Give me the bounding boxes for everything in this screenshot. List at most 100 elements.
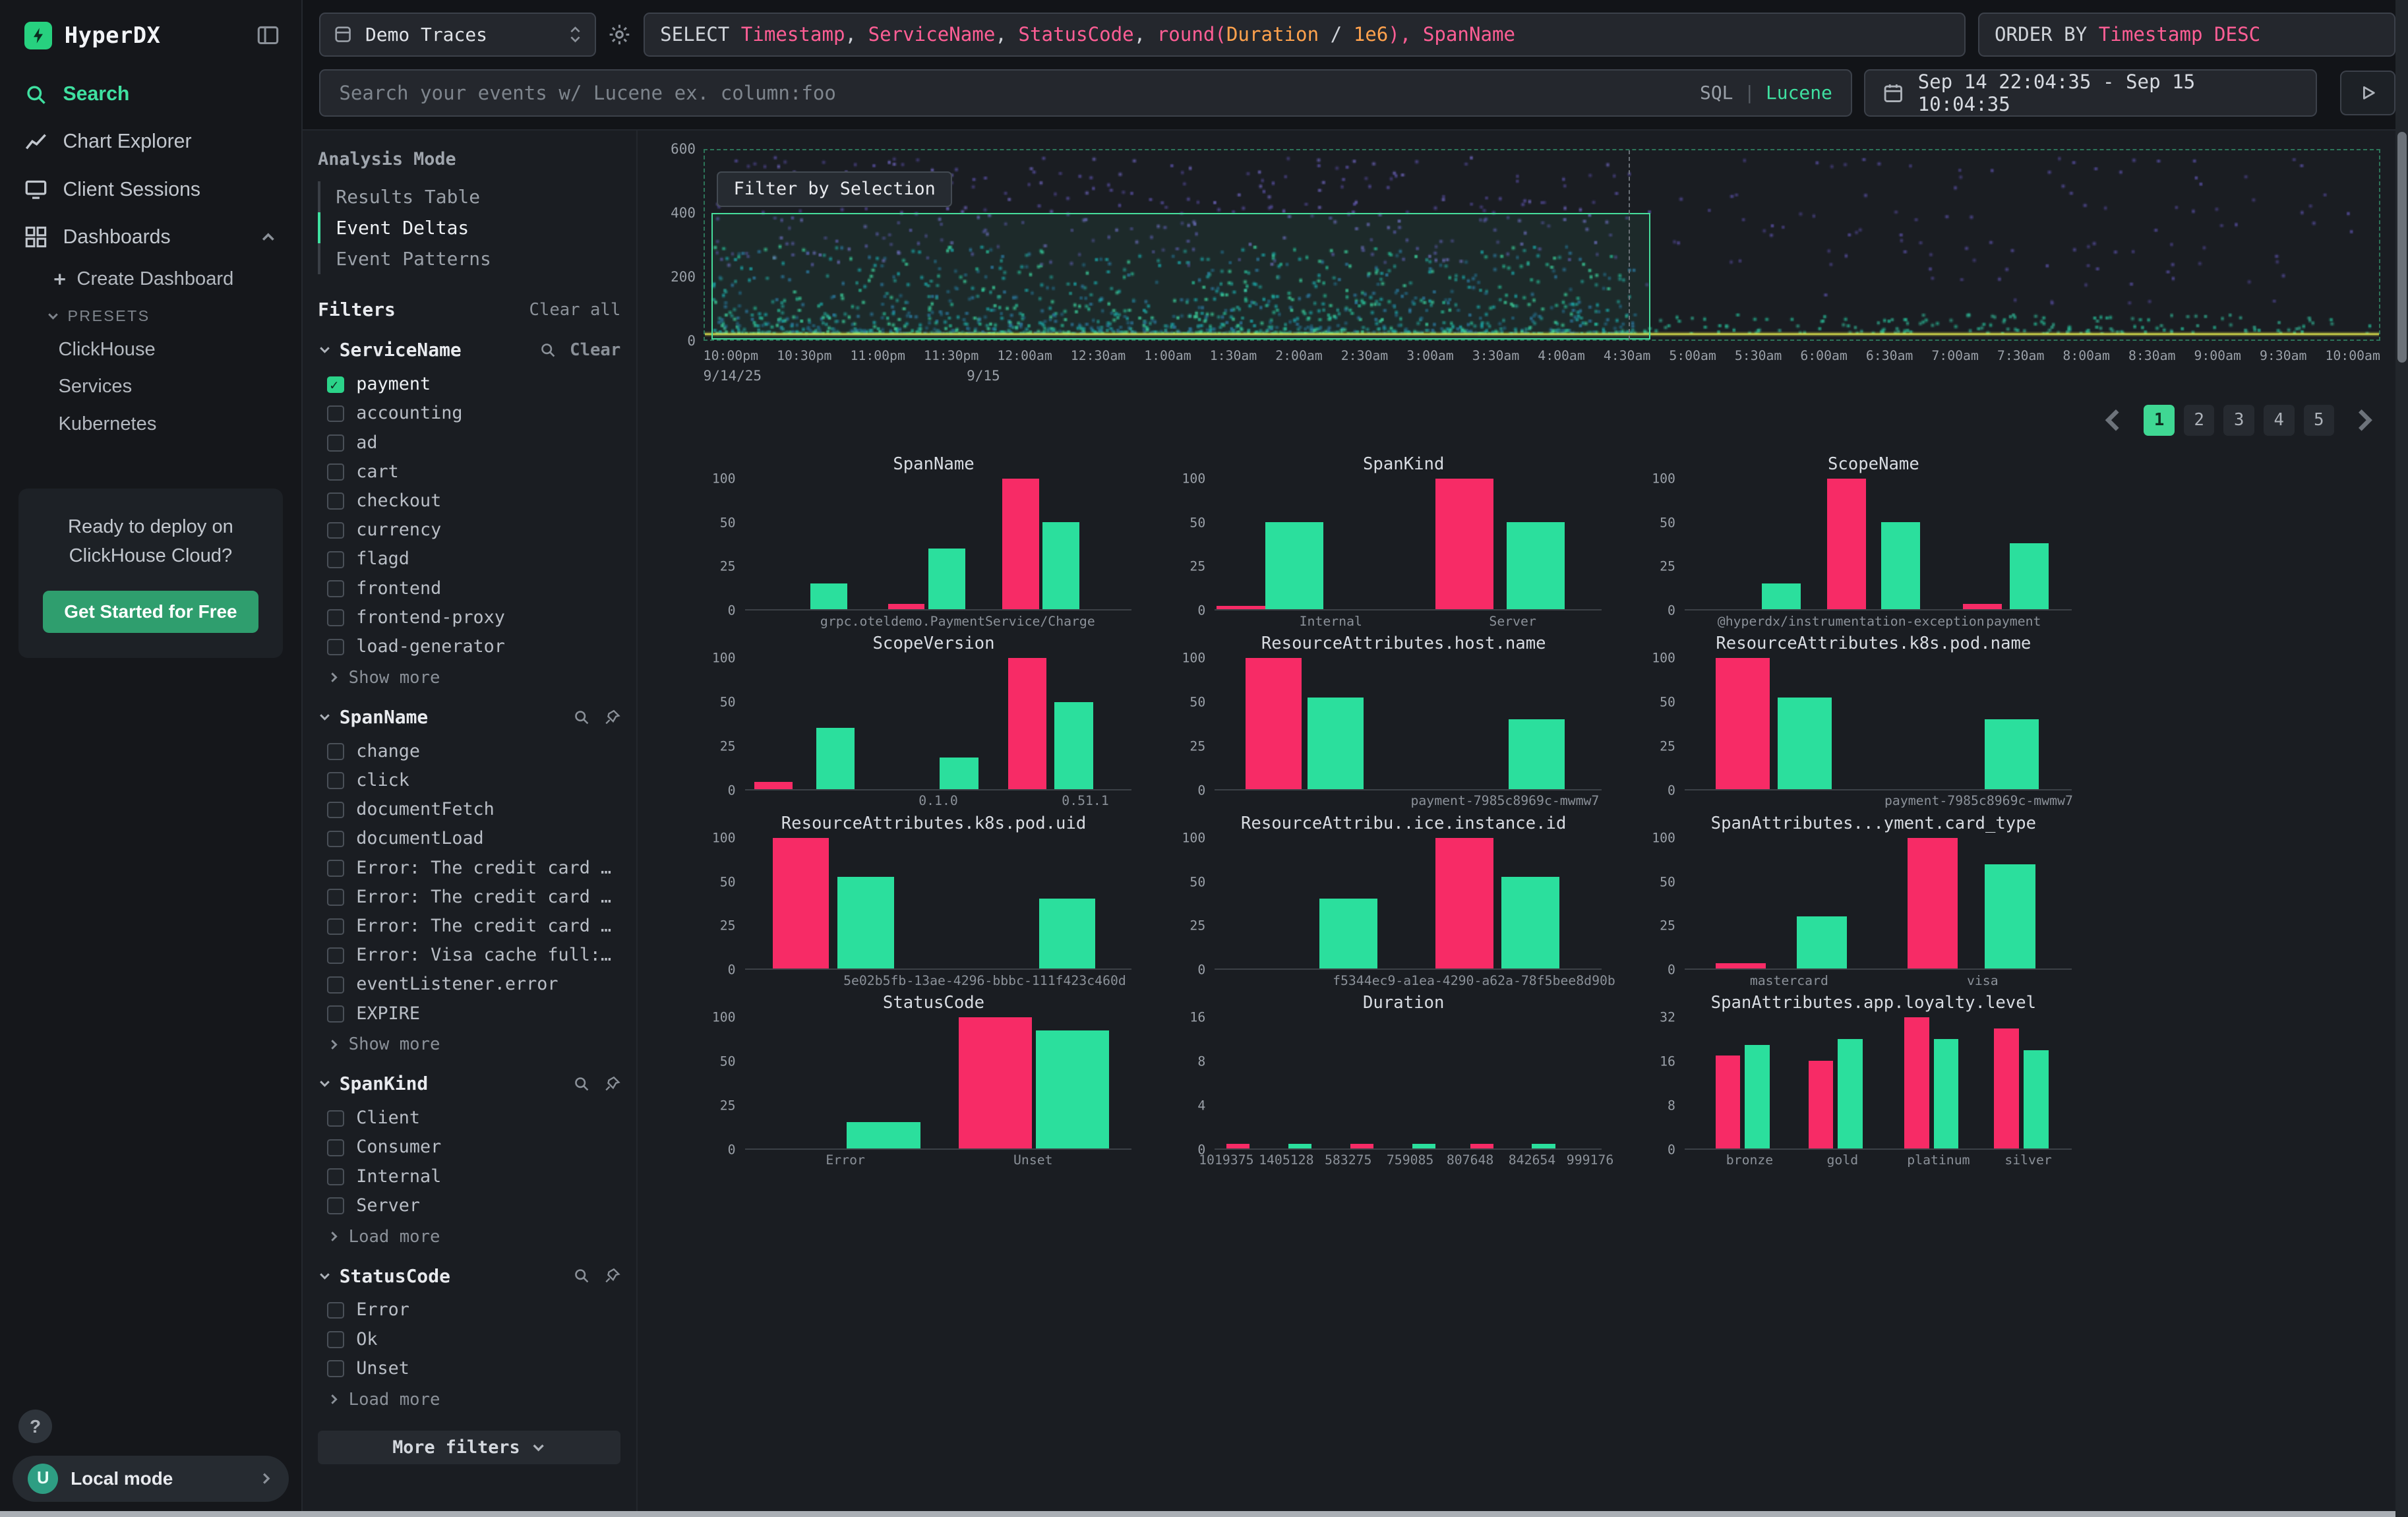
filter-option-internal[interactable]: Internal: [318, 1162, 620, 1191]
checkbox[interactable]: [327, 1110, 344, 1127]
filter-option-load-generator[interactable]: load-generator: [318, 632, 620, 661]
sidebar-item-chart-explorer[interactable]: Chart Explorer: [0, 118, 301, 165]
sql-select-input[interactable]: SELECT Timestamp, ServiceName, StatusCod…: [644, 13, 1966, 57]
checkbox[interactable]: [327, 889, 344, 906]
lang-sql-button[interactable]: SQL: [1700, 82, 1733, 104]
filter-option-client[interactable]: Client: [318, 1104, 620, 1133]
search-icon[interactable]: [539, 342, 557, 359]
run-query-button[interactable]: [2340, 71, 2395, 115]
pin-icon[interactable]: [604, 709, 621, 726]
checkbox[interactable]: [327, 947, 344, 965]
page-button-4[interactable]: 4: [2264, 405, 2295, 436]
search-icon[interactable]: [573, 709, 590, 726]
gear-icon[interactable]: [608, 23, 631, 46]
checkbox[interactable]: [327, 1197, 344, 1214]
filter-option-server[interactable]: Server: [318, 1191, 620, 1220]
checkbox[interactable]: [327, 639, 344, 656]
mini-chart-plot[interactable]: [745, 658, 1132, 790]
load-more-link[interactable]: Load more: [318, 1220, 620, 1246]
mini-chart-plot[interactable]: [1215, 838, 1602, 970]
filter-group-header-servicename[interactable]: ServiceNameClear: [318, 339, 620, 361]
help-button[interactable]: ?: [18, 1410, 52, 1443]
sidebar-section-presets[interactable]: PRESETS: [0, 298, 301, 331]
local-mode-button[interactable]: U Local mode: [13, 1456, 289, 1502]
heatmap-plot[interactable]: Filter by Selection: [704, 149, 2380, 341]
get-started-button[interactable]: Get Started for Free: [43, 591, 259, 634]
mini-chart-plot[interactable]: [1685, 838, 2072, 970]
filter-option-consumer[interactable]: Consumer: [318, 1133, 620, 1162]
filter-option-ok[interactable]: Ok: [318, 1325, 620, 1354]
checkbox[interactable]: [327, 463, 344, 481]
sidebar-item-services[interactable]: Services: [0, 369, 301, 405]
mini-chart-plot[interactable]: [1685, 658, 2072, 790]
pin-icon[interactable]: [604, 1075, 621, 1092]
search-icon[interactable]: [573, 1267, 590, 1284]
sidebar-item-create-dashboard[interactable]: Create Dashboard: [0, 261, 301, 298]
filter-option-documentfetch[interactable]: documentFetch: [318, 795, 620, 824]
mini-chart-plot[interactable]: [1215, 479, 1602, 610]
mini-chart-plot[interactable]: [1685, 479, 2072, 610]
sidebar-item-clickhouse[interactable]: ClickHouse: [0, 331, 301, 368]
date-range-picker[interactable]: Sep 14 22:04:35 - Sep 15 10:04:35: [1864, 69, 2317, 117]
checkbox[interactable]: [327, 434, 344, 452]
checkbox[interactable]: [327, 831, 344, 848]
checkbox[interactable]: [327, 1331, 344, 1348]
mini-chart-plot[interactable]: [1685, 1017, 2072, 1149]
page-button-1[interactable]: 1: [2144, 405, 2175, 436]
filter-option-expire[interactable]: EXPIRE: [318, 999, 620, 1028]
page-button-3[interactable]: 3: [2223, 405, 2254, 436]
checkbox[interactable]: [327, 609, 344, 626]
sidebar-item-search[interactable]: Search: [0, 71, 301, 118]
analysis-mode-event-patterns[interactable]: Event Patterns: [318, 243, 620, 274]
checkbox[interactable]: [327, 1139, 344, 1156]
filter-option-cart[interactable]: cart: [318, 458, 620, 487]
more-filters-button[interactable]: More filters: [318, 1431, 620, 1464]
filter-option-error-visa-cache-full[interactable]: Error: Visa cache full: …: [318, 941, 620, 970]
search-input[interactable]: [339, 82, 1687, 104]
filter-option-error-the-credit-card[interactable]: Error: The credit card (…: [318, 883, 620, 912]
filter-option-error-the-credit-card[interactable]: Error: The credit card (…: [318, 854, 620, 883]
filter-option-unset[interactable]: Unset: [318, 1354, 620, 1383]
filter-group-header-spanname[interactable]: SpanName: [318, 706, 620, 728]
filter-option-error-the-credit-card[interactable]: Error: The credit card (…: [318, 912, 620, 941]
checkbox[interactable]: [327, 551, 344, 568]
filter-option-error[interactable]: Error: [318, 1296, 620, 1325]
filter-group-header-statuscode[interactable]: StatusCode: [318, 1265, 620, 1287]
vertical-scrollbar[interactable]: [2395, 0, 2408, 1517]
filter-option-documentload[interactable]: documentLoad: [318, 824, 620, 853]
checkbox[interactable]: [327, 1168, 344, 1185]
checkbox[interactable]: [327, 492, 344, 510]
heatmap-selection[interactable]: [711, 213, 1651, 339]
next-page-button[interactable]: [2343, 405, 2386, 436]
checkbox[interactable]: [327, 405, 344, 423]
analysis-mode-results-table[interactable]: Results Table: [318, 181, 620, 212]
sidebar-item-kubernetes[interactable]: Kubernetes: [0, 405, 301, 442]
page-button-5[interactable]: 5: [2304, 405, 2335, 436]
filter-option-ad[interactable]: ad: [318, 429, 620, 458]
pin-icon[interactable]: [604, 1267, 621, 1284]
vertical-scrollbar-thumb[interactable]: [2397, 132, 2407, 362]
checkbox[interactable]: [327, 580, 344, 597]
mini-chart-plot[interactable]: [745, 1017, 1132, 1149]
checkbox[interactable]: [327, 976, 344, 994]
checkbox[interactable]: [327, 1005, 344, 1023]
filter-option-payment[interactable]: payment: [318, 370, 620, 399]
page-button-2[interactable]: 2: [2184, 405, 2215, 436]
filter-option-flagd[interactable]: flagd: [318, 545, 620, 574]
lang-lucene-button[interactable]: Lucene: [1766, 82, 1832, 104]
filter-option-frontend-proxy[interactable]: frontend-proxy: [318, 603, 620, 632]
checkbox[interactable]: [327, 522, 344, 539]
checkbox[interactable]: [327, 802, 344, 819]
sidebar-item-dashboards[interactable]: Dashboards: [0, 214, 301, 261]
checkbox[interactable]: [327, 743, 344, 760]
filter-option-accounting[interactable]: accounting: [318, 399, 620, 428]
checkbox[interactable]: [327, 1302, 344, 1319]
search-box[interactable]: SQL | Lucene: [319, 69, 1851, 117]
sidebar-item-client-sessions[interactable]: Client Sessions: [0, 165, 301, 213]
filter-option-eventlistener-error[interactable]: eventListener.error: [318, 970, 620, 999]
prev-page-button[interactable]: [2092, 405, 2134, 436]
filter-option-frontend[interactable]: frontend: [318, 574, 620, 603]
checkbox[interactable]: [327, 772, 344, 789]
filter-option-change[interactable]: change: [318, 737, 620, 766]
order-by-input[interactable]: ORDER BY Timestamp DESC: [1978, 13, 2395, 57]
